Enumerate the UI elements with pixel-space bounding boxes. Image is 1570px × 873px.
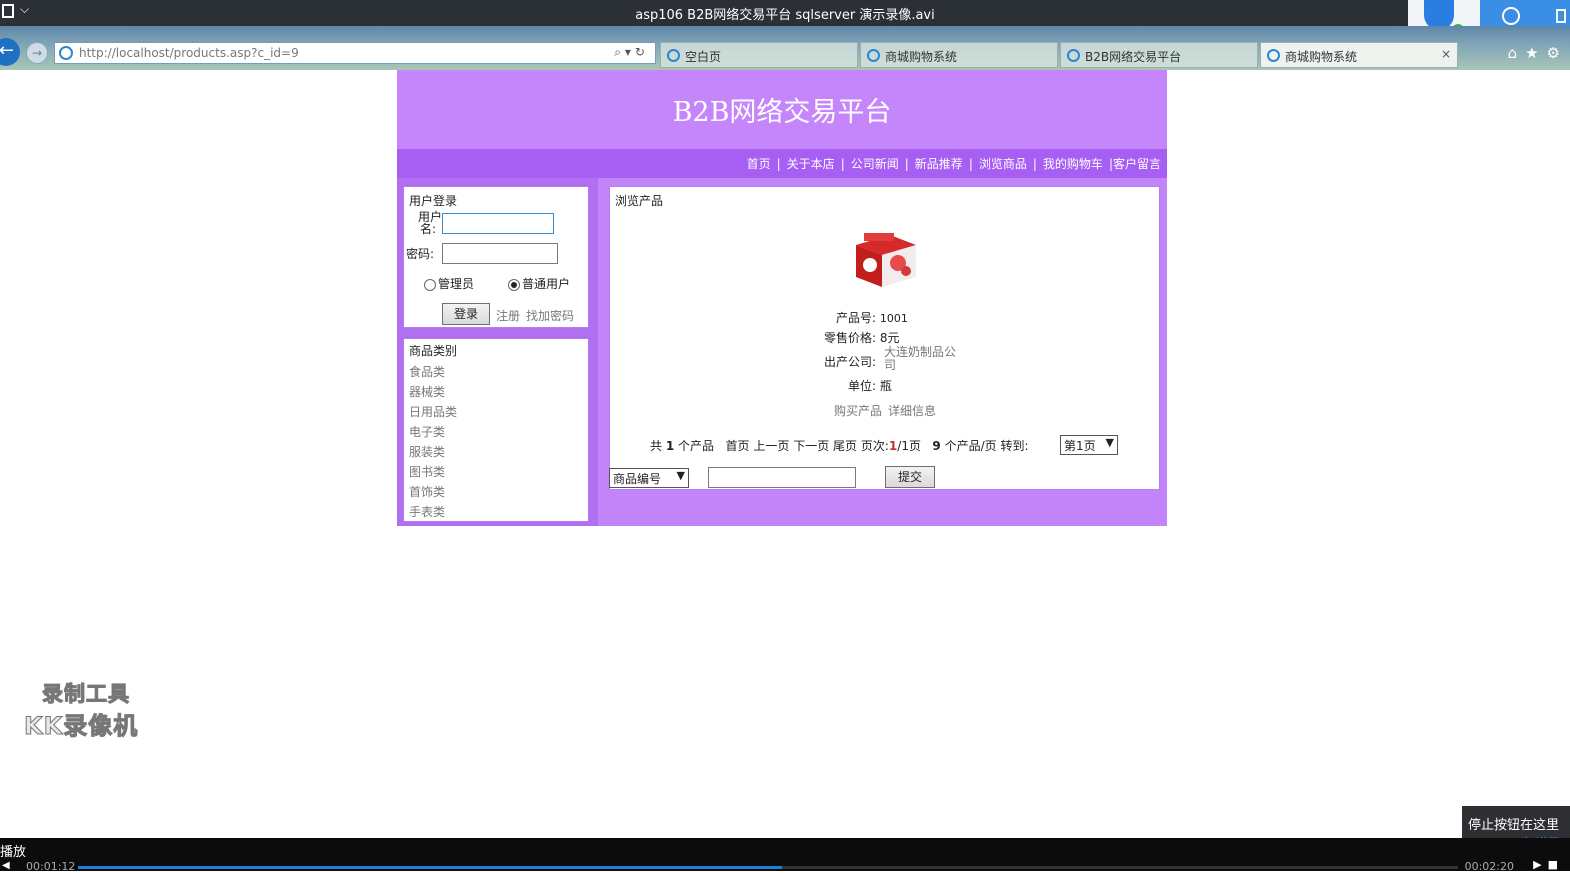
goto-page-select[interactable]: 第1页 ▼ <box>1060 435 1118 455</box>
nav-browse[interactable]: 浏览商品 <box>979 157 1027 171</box>
category-item[interactable]: 手表类 <box>409 503 445 520</box>
tab-b2b[interactable]: B2B网络交易平台 <box>1060 42 1258 68</box>
category-item[interactable]: 服装类 <box>409 443 445 460</box>
category-item[interactable]: 电子类 <box>409 423 445 440</box>
ie-icon <box>1267 49 1280 62</box>
gear-icon[interactable]: ⚙ <box>1547 44 1568 62</box>
ie-icon <box>867 49 880 62</box>
chevron-down-icon: ▼ <box>676 469 685 482</box>
home-icon[interactable]: ⌂ <box>1508 44 1526 62</box>
tab-label: 商城购物系统 <box>1285 50 1358 64</box>
nav-home[interactable]: 首页 <box>747 157 771 171</box>
password-input[interactable] <box>442 243 558 264</box>
search-field-select[interactable]: 商品编号 ▼ <box>609 468 689 488</box>
category-item[interactable]: 器械类 <box>409 383 445 400</box>
forgot-password-link[interactable]: 找加密码 <box>526 307 574 324</box>
tab-label: 空白页 <box>685 50 722 64</box>
search-submit-button[interactable]: 提交 <box>885 466 935 488</box>
product-unit: 瓶 <box>879 379 892 393</box>
prev-icon[interactable]: ◀ <box>2 860 10 871</box>
category-panel: 商品类别 食品类 器械类 日用品类 电子类 服装类 图书类 首饰类 手表类 <box>403 338 589 522</box>
login-panel: 用户登录 用户 名: 密码: 管理员 普通用户 登录 注册 找加密码 <box>403 186 589 328</box>
login-button[interactable]: 登录 <box>442 303 490 325</box>
product-company-label: 出产公司: <box>824 355 877 369</box>
timer-icon[interactable] <box>1502 7 1520 25</box>
login-title: 用户登录 <box>409 194 458 208</box>
category-title: 商品类别 <box>409 344 458 358</box>
tab-label: 商城购物系统 <box>885 50 958 64</box>
total-count: 1 <box>665 439 675 453</box>
role-admin-label: 管理员 <box>438 277 475 291</box>
category-item[interactable]: 首饰类 <box>409 483 445 500</box>
buy-product-link[interactable]: 购买产品 <box>834 402 882 419</box>
product-id: 1001 <box>879 312 908 325</box>
ie-icon <box>1067 49 1080 62</box>
product-unit-row: 单位: 瓶 <box>848 379 892 393</box>
product-company: 大连奶制品公 司 <box>884 345 957 372</box>
seek-progress <box>78 866 782 869</box>
play-icon[interactable]: ▶ <box>1533 858 1547 871</box>
password-label: 密码: <box>406 247 435 261</box>
pager: 共 1 个产品 首页 上一页 下一页 尾页 页次:1/1页 9 个产品/页 转到… <box>650 439 1029 453</box>
pager-prev[interactable]: 上一页 <box>753 439 789 453</box>
category-item[interactable]: 日用品类 <box>409 403 457 420</box>
product-price: 8元 <box>879 331 900 345</box>
address-tools-icon[interactable]: ⌕▾↻ <box>614 45 649 60</box>
role-admin-radio[interactable] <box>424 279 436 291</box>
site-title: B2B网络交易平台 <box>672 97 892 128</box>
tab-shop-1[interactable]: 商城购物系统 <box>860 42 1058 68</box>
product-price-row: 零售价格: 8元 <box>824 331 900 345</box>
player-control-bar: 播放 ◀ 00:01:12 00:02:20 ▶■ <box>0 838 1570 873</box>
chevron-down-icon: ▼ <box>1105 436 1114 449</box>
forward-button[interactable]: → <box>26 42 48 64</box>
site-banner: B2B网络交易平台 <box>397 70 1167 149</box>
nav-messages[interactable]: 客户留言 <box>1113 157 1161 171</box>
tab-label: B2B网络交易平台 <box>1085 50 1182 64</box>
stop-icon[interactable]: ■ <box>1548 858 1564 871</box>
window-icon[interactable] <box>1556 9 1566 23</box>
nav-new-products[interactable]: 新品推荐 <box>915 157 963 171</box>
close-tab-icon[interactable]: × <box>1441 47 1451 61</box>
time-current: 00:01:12 <box>26 860 76 873</box>
pager-next[interactable]: 下一页 <box>793 439 829 453</box>
search-input[interactable] <box>708 467 856 488</box>
back-button[interactable]: ← <box>0 38 20 66</box>
pager-last[interactable]: 尾页 <box>833 439 857 453</box>
username-input[interactable] <box>442 213 554 234</box>
pager-first[interactable]: 首页 <box>726 439 750 453</box>
ie-icon <box>59 46 73 60</box>
seek-bar[interactable] <box>78 866 1458 869</box>
player-controls: ▶■ <box>1533 858 1564 871</box>
nav-about[interactable]: 关于本店 <box>787 157 835 171</box>
product-id-row: 产品号: 1001 <box>836 311 908 325</box>
ie-icon <box>667 49 680 62</box>
site-nav: 首页 | 关于本店 | 公司新闻 | 新品推荐 | 浏览商品 | 我的购物车 |客户留言 <box>397 149 1167 178</box>
nav-news[interactable]: 公司新闻 <box>851 157 899 171</box>
register-link[interactable]: 注册 <box>496 307 520 324</box>
product-image[interactable] <box>850 227 922 289</box>
category-item[interactable]: 图书类 <box>409 463 445 480</box>
play-label: 播放 <box>0 845 27 860</box>
role-user-radio[interactable] <box>508 279 520 291</box>
tab-shop-2[interactable]: 商城购物系统 × <box>1260 42 1458 68</box>
browse-title: 浏览产品 <box>615 194 664 208</box>
address-url[interactable]: http://localhost/products.asp?c_id=9 <box>79 46 299 60</box>
browse-panel: 浏览产品 产品号: 1001 零售价格: 8元 出产公司: 大连奶制品公 司 单… <box>609 186 1160 490</box>
browser-toolbar: ← → http://localhost/products.asp?c_id=9… <box>0 26 1570 70</box>
player-title-bar: ⌵ asp106 B2B网络交易平台 sqlserver 演示录像.avi <box>0 0 1570 26</box>
time-total: 00:02:20 <box>1464 860 1514 873</box>
browser-icons: ⌂★⚙ <box>1508 44 1568 62</box>
address-bar[interactable]: http://localhost/products.asp?c_id=9 ⌕▾↻ <box>54 42 656 64</box>
username-label: 用户 名: <box>418 210 443 236</box>
recorder-watermark: 录制工具 KK录像机 <box>23 682 139 741</box>
star-icon[interactable]: ★ <box>1525 44 1546 62</box>
product-detail-link[interactable]: 详细信息 <box>888 402 936 419</box>
nav-cart[interactable]: 我的购物车 <box>1043 157 1103 171</box>
site-container: B2B网络交易平台 首页 | 关于本店 | 公司新闻 | 新品推荐 | 浏览商品 | 我的购物车 |客… <box>397 70 1167 526</box>
player-title: asp106 B2B网络交易平台 sqlserver 演示录像.avi <box>635 8 935 23</box>
category-item[interactable]: 食品类 <box>409 363 445 380</box>
role-user-label: 普通用户 <box>522 277 571 291</box>
tab-blank[interactable]: 空白页 <box>660 42 858 68</box>
